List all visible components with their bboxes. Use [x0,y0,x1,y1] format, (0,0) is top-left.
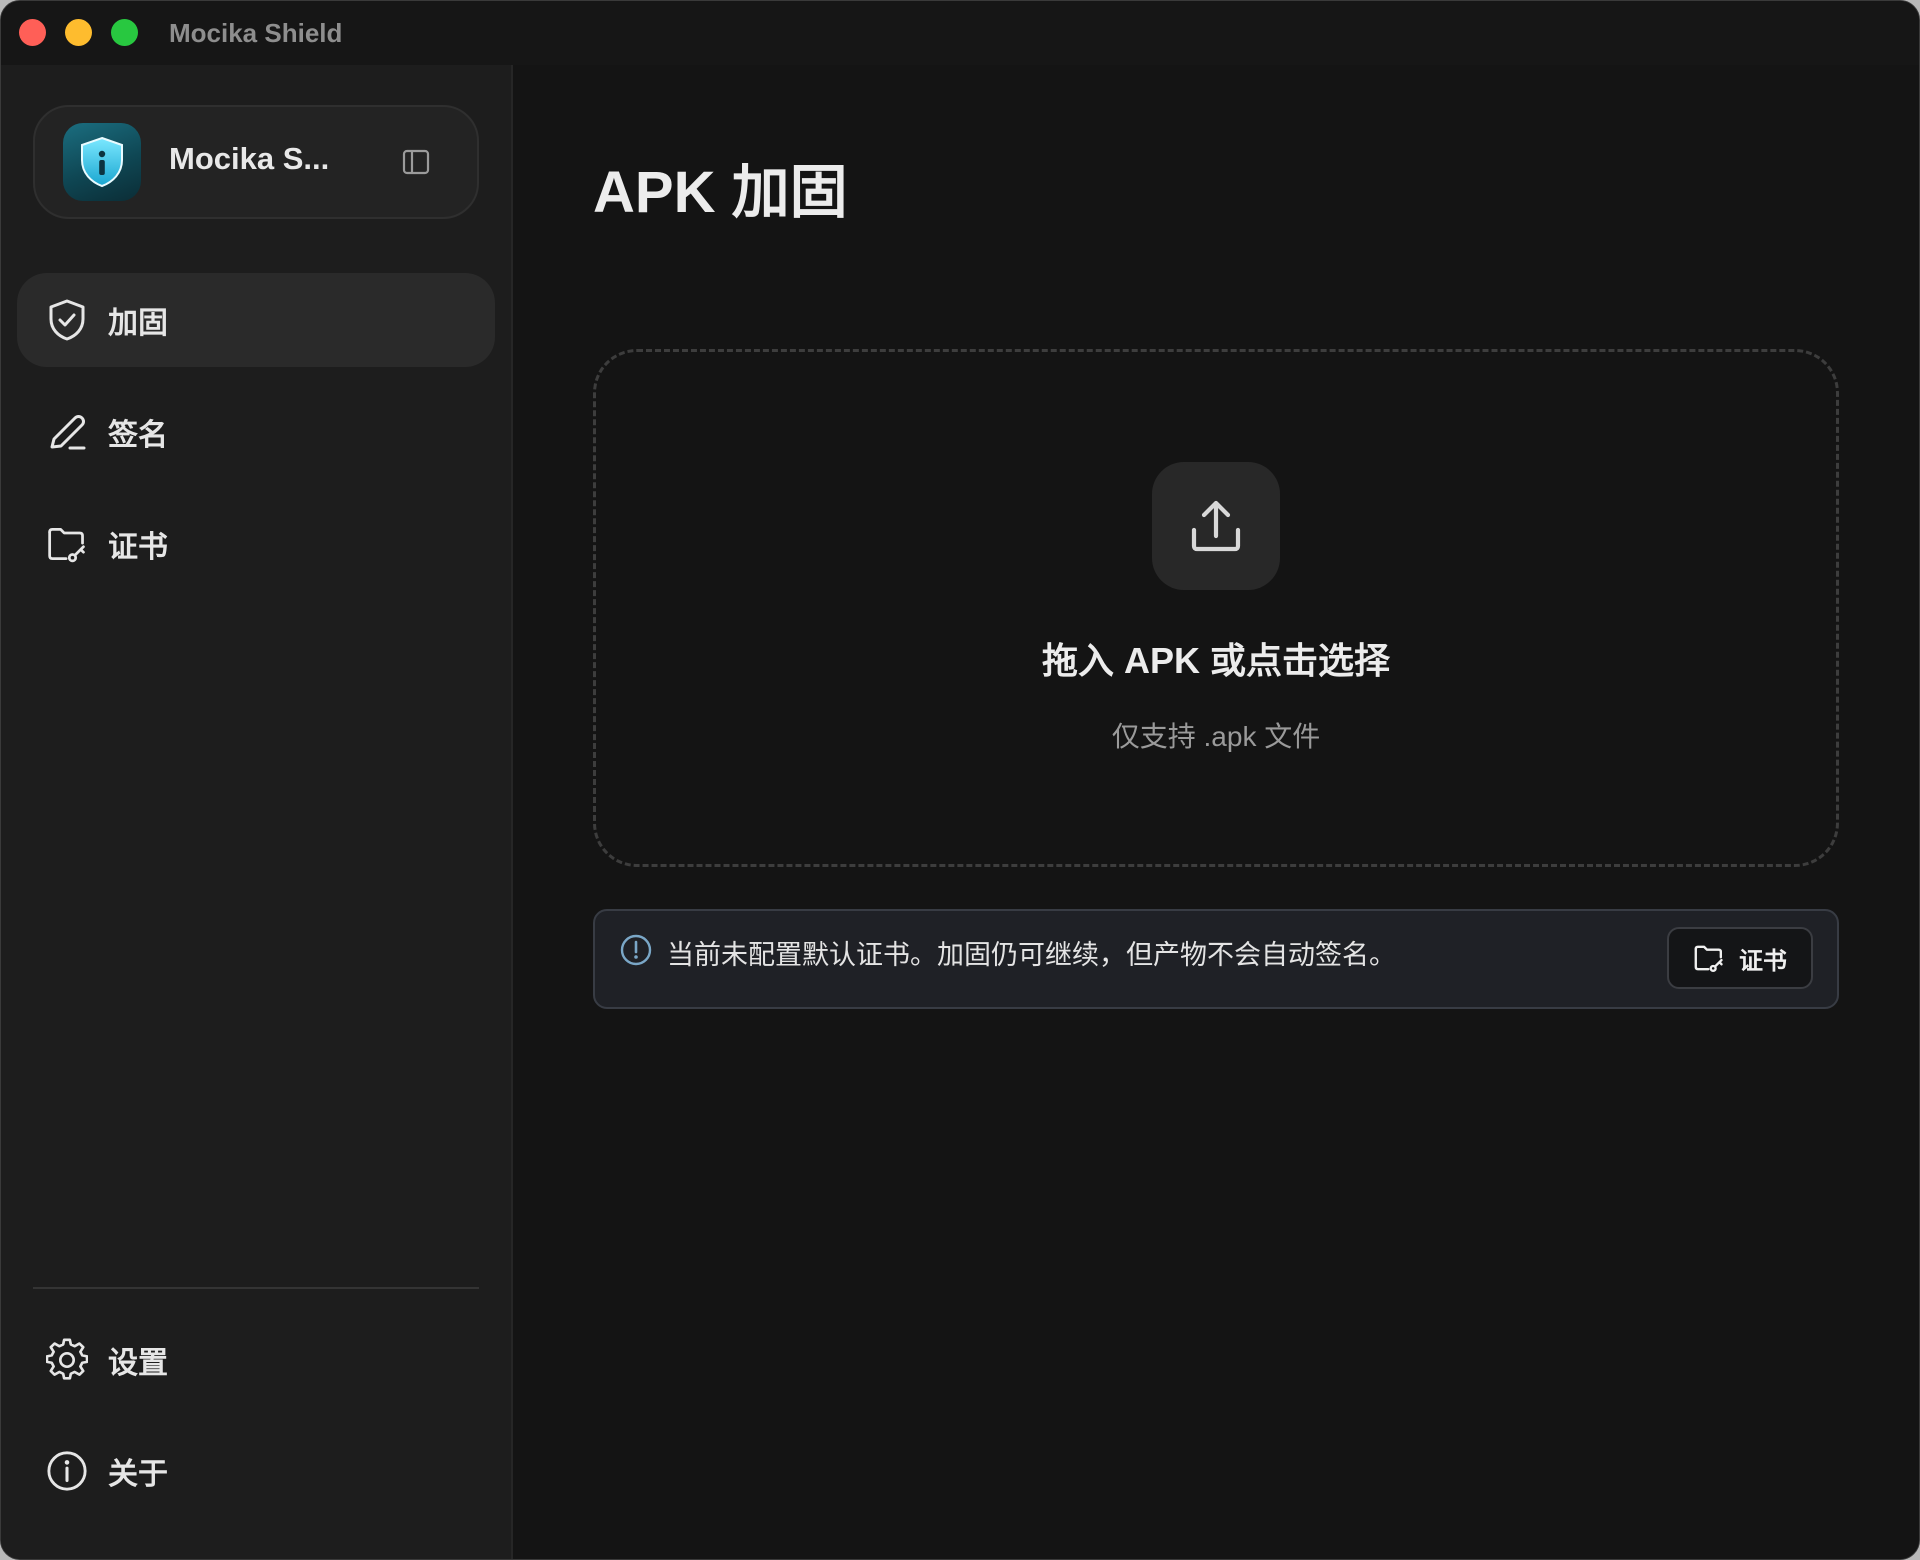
sidebar-item-about[interactable]: 关于 [17,1424,495,1518]
alert-circle-icon [620,934,652,966]
folder-key-icon [46,523,88,565]
sidebar-item-label: 加固 [108,307,168,340]
title-bar: Mocika Shield [1,1,1919,66]
main-content: APK 加固 拖入 APK 或点击选择 仅支持 .apk 文件 当前未配置默认证… [513,65,1919,1559]
app-header-card: Mocika S... [33,105,479,219]
folder-key-icon [1693,942,1725,974]
certificates-button[interactable]: 证书 [1667,927,1813,989]
apk-dropzone[interactable]: 拖入 APK 或点击选择 仅支持 .apk 文件 [593,349,1839,867]
sidebar-toggle-icon [402,149,430,175]
sidebar-item-harden[interactable]: 加固 [17,273,495,367]
dropzone-title: 拖入 APK 或点击选择 [1041,640,1390,681]
sidebar-item-sign[interactable]: 签名 [17,385,495,479]
sidebar-divider [33,1287,479,1289]
certificates-button-label: 证书 [1739,947,1787,975]
dropzone-subtitle: 仅支持 .apk 文件 [1111,721,1321,752]
sidebar-item-label: 签名 [108,419,168,452]
sidebar-item-certificates[interactable]: 证书 [17,497,495,591]
gear-icon [46,1338,88,1381]
info-icon [46,1450,88,1492]
certificate-notice: 当前未配置默认证书。加固仍可继续，但产物不会自动签名。 证书 [593,909,1839,1009]
shield-info-icon [63,123,141,201]
shield-check-icon [46,299,88,341]
sidebar: Mocika S... 加固 签名 证书 设置 关于 [1,65,513,1559]
upload-icon [1152,462,1280,590]
sidebar-item-settings[interactable]: 设置 [17,1313,495,1407]
sidebar-item-label: 证书 [108,531,168,564]
sidebar-toggle-button[interactable] [399,145,433,179]
app-window: Mocika Shield Mocika S... 加固 签名 证书 设置 关于… [0,0,1920,1560]
notice-text: 当前未配置默认证书。加固仍可继续，但产物不会自动签名。 [667,940,1396,970]
sidebar-item-label: 关于 [108,1458,168,1491]
maximize-window-button[interactable] [111,19,138,46]
page-title: APK 加固 [593,160,848,225]
pen-icon [46,411,88,453]
window-title: Mocika Shield [169,18,343,48]
sidebar-item-label: 设置 [108,1347,168,1380]
close-window-button[interactable] [19,19,46,46]
app-name: Mocika S... [169,141,330,176]
minimize-window-button[interactable] [65,19,92,46]
